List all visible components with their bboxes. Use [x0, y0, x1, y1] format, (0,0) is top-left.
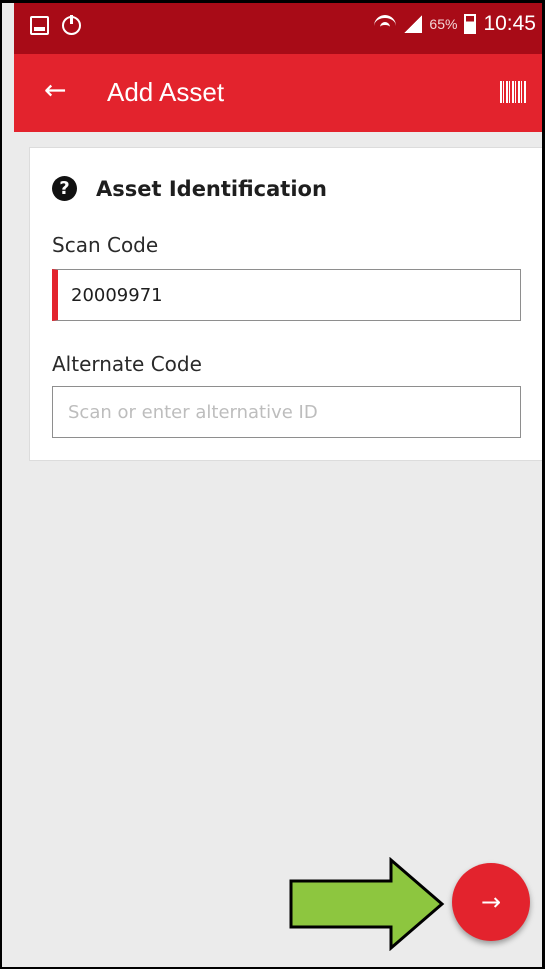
next-button[interactable]: →	[452, 863, 530, 941]
status-time: 10:45	[483, 12, 536, 35]
power-icon	[62, 15, 81, 35]
scan-code-input[interactable]	[52, 269, 521, 321]
back-arrow-icon[interactable]: ←	[44, 76, 67, 106]
barcode-icon[interactable]	[500, 81, 526, 103]
status-bar: 65% 10:45	[14, 3, 542, 54]
scan-code-label: Scan Code	[52, 233, 159, 257]
alternate-code-label: Alternate Code	[52, 352, 202, 376]
arrow-right-icon: →	[480, 888, 502, 916]
app-bar: ← Add Asset	[14, 54, 542, 132]
wifi-icon	[373, 13, 397, 35]
annotation-arrow	[289, 857, 445, 951]
battery-charging-icon	[464, 14, 477, 34]
help-icon[interactable]: ?	[52, 176, 77, 201]
alternate-code-input[interactable]	[52, 386, 521, 438]
gallery-icon	[30, 16, 49, 35]
status-left-icons	[30, 15, 81, 35]
status-right-icons: 65% 10:45	[373, 12, 536, 36]
page-title: Add Asset	[107, 77, 225, 107]
battery-percentage: 65%	[429, 16, 458, 32]
asset-identification-card: ? Asset Identification Scan Code Alterna…	[29, 147, 542, 461]
signal-icon	[404, 15, 423, 33]
phone-screen: 65% 10:45 ← Add Asset ? Asset Identifica…	[0, 0, 545, 969]
section-title: Asset Identification	[96, 177, 327, 201]
